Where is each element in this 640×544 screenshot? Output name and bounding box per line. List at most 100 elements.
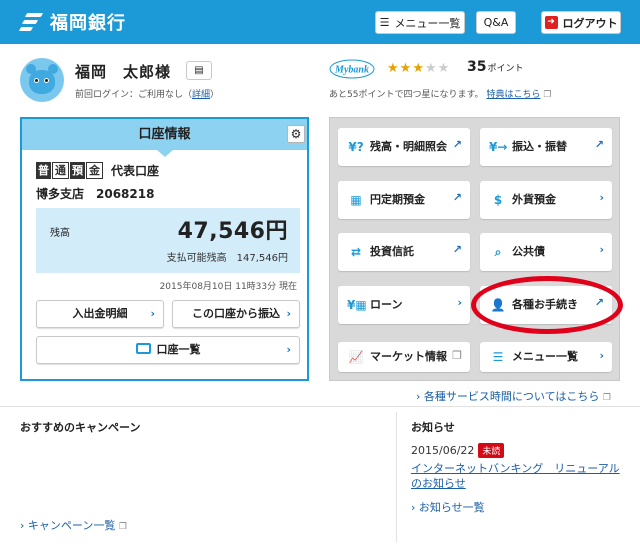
news-date-row: 2015/06/22 未読 [411, 443, 505, 458]
account-type-char: 通 [52, 162, 69, 179]
mybank-logo-text: Mybank [334, 65, 369, 76]
menu-balance-inquiry-label: 残高・明細照会 [370, 140, 447, 153]
chevron-right-icon: › [599, 243, 604, 256]
account-panel-title: 口座情報 [22, 119, 307, 150]
mascot-face-icon [29, 70, 55, 94]
star-empty-icon: ★ [424, 61, 438, 76]
mascot-eye [44, 78, 49, 83]
account-type-label: 代表口座 [111, 164, 160, 178]
transfer-from-account-label: この口座から振込 [192, 307, 280, 320]
menu-all-menus[interactable]: ☰ メニュー一覧 › [480, 342, 612, 372]
benefits-link[interactable]: 特典はこちら [486, 90, 540, 100]
campaign-list-link-text: キャンペーン一覧 [27, 519, 116, 532]
external-link-icon: ↗ [452, 191, 462, 204]
bank-logo[interactable]: 福岡銀行 [18, 9, 126, 35]
mybank-logo: Mybank [329, 59, 375, 79]
campaign-list-link[interactable]: › キャンペーン一覧 ❐ [20, 517, 127, 533]
balance-timestamp: 2015年08月10日 11時33分 現在 [159, 282, 297, 292]
last-login-detail-link[interactable]: 詳細 [192, 90, 210, 100]
news-list-link-text: お知らせ一覧 [418, 501, 485, 514]
menu-public-bonds[interactable]: ⌕ 公共債 › [480, 233, 612, 271]
campaign-title: おすすめのキャンペーン [20, 421, 141, 434]
menu-all-menus-label: メニュー一覧 [512, 350, 578, 363]
chevron-right-icon: › [457, 296, 462, 309]
star-filled-icon: ★ [387, 61, 400, 76]
service-time-link-text: 各種サービス時間についてはこちら [423, 390, 600, 403]
gear-icon[interactable]: ⚙ [287, 125, 305, 143]
balance-box: 残高 47,546円 支払可能残高 147,546円 [36, 208, 300, 273]
chevron-right-icon: › [416, 390, 421, 403]
highlight-circle [471, 276, 623, 334]
menu-balance-inquiry[interactable]: ¥? 残高・明細照会 ↗ [338, 128, 470, 166]
menu-yen-time-deposit-label: 円定期預金 [370, 193, 425, 206]
external-link-icon: ❐ [543, 90, 552, 100]
menu-market-info-label: マーケット情報 [370, 350, 447, 363]
menu-market-info[interactable]: 📈 マーケット情報 ❐ [338, 342, 470, 372]
calendar-yen-icon: ▦ [350, 193, 362, 207]
branch-account-number: 博多支店 2068218 [36, 187, 155, 201]
news-list-link[interactable]: › お知らせ一覧 [411, 499, 485, 515]
service-menu-grid: ¥? 残高・明細照会 ↗ ¥→ 振込・振替 ↗ ▦ 円定期預金 ↗ $ 外貨預金 › ⇄ 投資信託… [329, 117, 620, 381]
points-note: あと55ポイントで四つ星になります。 特典はこちら ❐ [329, 87, 551, 100]
card-icon [135, 343, 151, 354]
balance-amount: 47,546円 [177, 219, 288, 244]
account-list-button[interactable]: 口座一覧 › [36, 336, 300, 364]
external-link-icon: ↗ [452, 138, 462, 151]
menu-icon: ☰ [492, 350, 504, 364]
menu-foreign-currency-label: 外貨預金 [512, 193, 556, 206]
mascot-eye [34, 78, 39, 83]
logout-button[interactable]: ➜ ログアウト [541, 11, 621, 34]
balance-label: 残高 [50, 228, 70, 239]
chevron-right-icon: › [150, 307, 155, 320]
investment-icon: ⇄ [350, 245, 362, 259]
logout-icon: ➜ [544, 16, 558, 29]
qa-button[interactable]: Q&A [476, 11, 516, 34]
news-title: お知らせ [411, 421, 455, 434]
menu-list-button[interactable]: ☰ メニュー一覧 [375, 11, 465, 34]
menu-transfer[interactable]: ¥→ 振込・振替 ↗ [480, 128, 612, 166]
last-login-text: 前回ログイン：ご利用なし（ [75, 90, 193, 100]
menu-transfer-label: 振込・振替 [512, 140, 567, 153]
external-link-icon: ↗ [452, 243, 462, 256]
external-window-icon: ❐ [118, 522, 127, 532]
external-window-icon: ❐ [452, 349, 462, 362]
last-login-suffix: ） [210, 90, 220, 100]
menu-yen-time-deposit[interactable]: ▦ 円定期預金 ↗ [338, 181, 470, 219]
qa-label: Q&A [483, 16, 509, 29]
news-date: 2015/06/22 [411, 444, 475, 457]
menu-foreign-currency-deposit[interactable]: $ 外貨預金 › [480, 181, 612, 219]
account-type-char: 金 [86, 162, 103, 179]
loan-calculator-icon: ¥▦ [347, 298, 367, 312]
star-filled-icon: ★ [412, 61, 425, 76]
transfer-from-account-button[interactable]: この口座から振込 › [172, 300, 300, 328]
bond-icon: ⌕ [494, 245, 502, 259]
hamburger-icon: ☰ [379, 16, 390, 29]
chevron-right-icon: › [20, 519, 25, 532]
yen-transfer-icon: ¥→ [489, 140, 508, 154]
chevron-right-icon: › [286, 307, 291, 320]
header-bar: 福岡銀行 ☰ メニュー一覧 Q&A ➜ ログアウト [0, 0, 640, 44]
section-divider [0, 406, 640, 407]
news-item-link[interactable]: インターネットバンキング リニューアルのお知らせ [411, 461, 621, 491]
available-balance: 支払可能残高 147,546円 [166, 253, 288, 264]
chevron-right-icon: › [599, 349, 604, 362]
service-time-link[interactable]: › 各種サービス時間についてはこちら ❐ [416, 388, 611, 404]
account-type-char: 普 [36, 162, 51, 179]
user-settings-button[interactable]: ▤ [186, 61, 212, 80]
menu-investment-trust[interactable]: ⇄ 投資信託 ↗ [338, 233, 470, 271]
points-unit: ポイント [487, 64, 524, 74]
points-note-text: あと55ポイントで四つ星になります。 [329, 90, 484, 100]
chevron-right-icon: › [411, 501, 416, 514]
user-name: 福岡 太郎様 [75, 63, 172, 81]
star-filled-icon: ★ [399, 61, 413, 76]
yen-search-icon: ¥? [348, 140, 364, 154]
star-empty-icon: ★ [437, 61, 451, 76]
account-list-label: 口座一覧 [156, 343, 201, 356]
transaction-history-button[interactable]: 入出金明細 › [36, 300, 164, 328]
points-value: 35 [467, 59, 487, 75]
logout-label: ログアウト [562, 16, 618, 30]
avatar [20, 58, 64, 102]
dollar-coin-icon: $ [493, 193, 503, 207]
menu-public-bonds-label: 公共債 [512, 245, 545, 258]
menu-loan[interactable]: ¥▦ ローン › [338, 286, 470, 324]
